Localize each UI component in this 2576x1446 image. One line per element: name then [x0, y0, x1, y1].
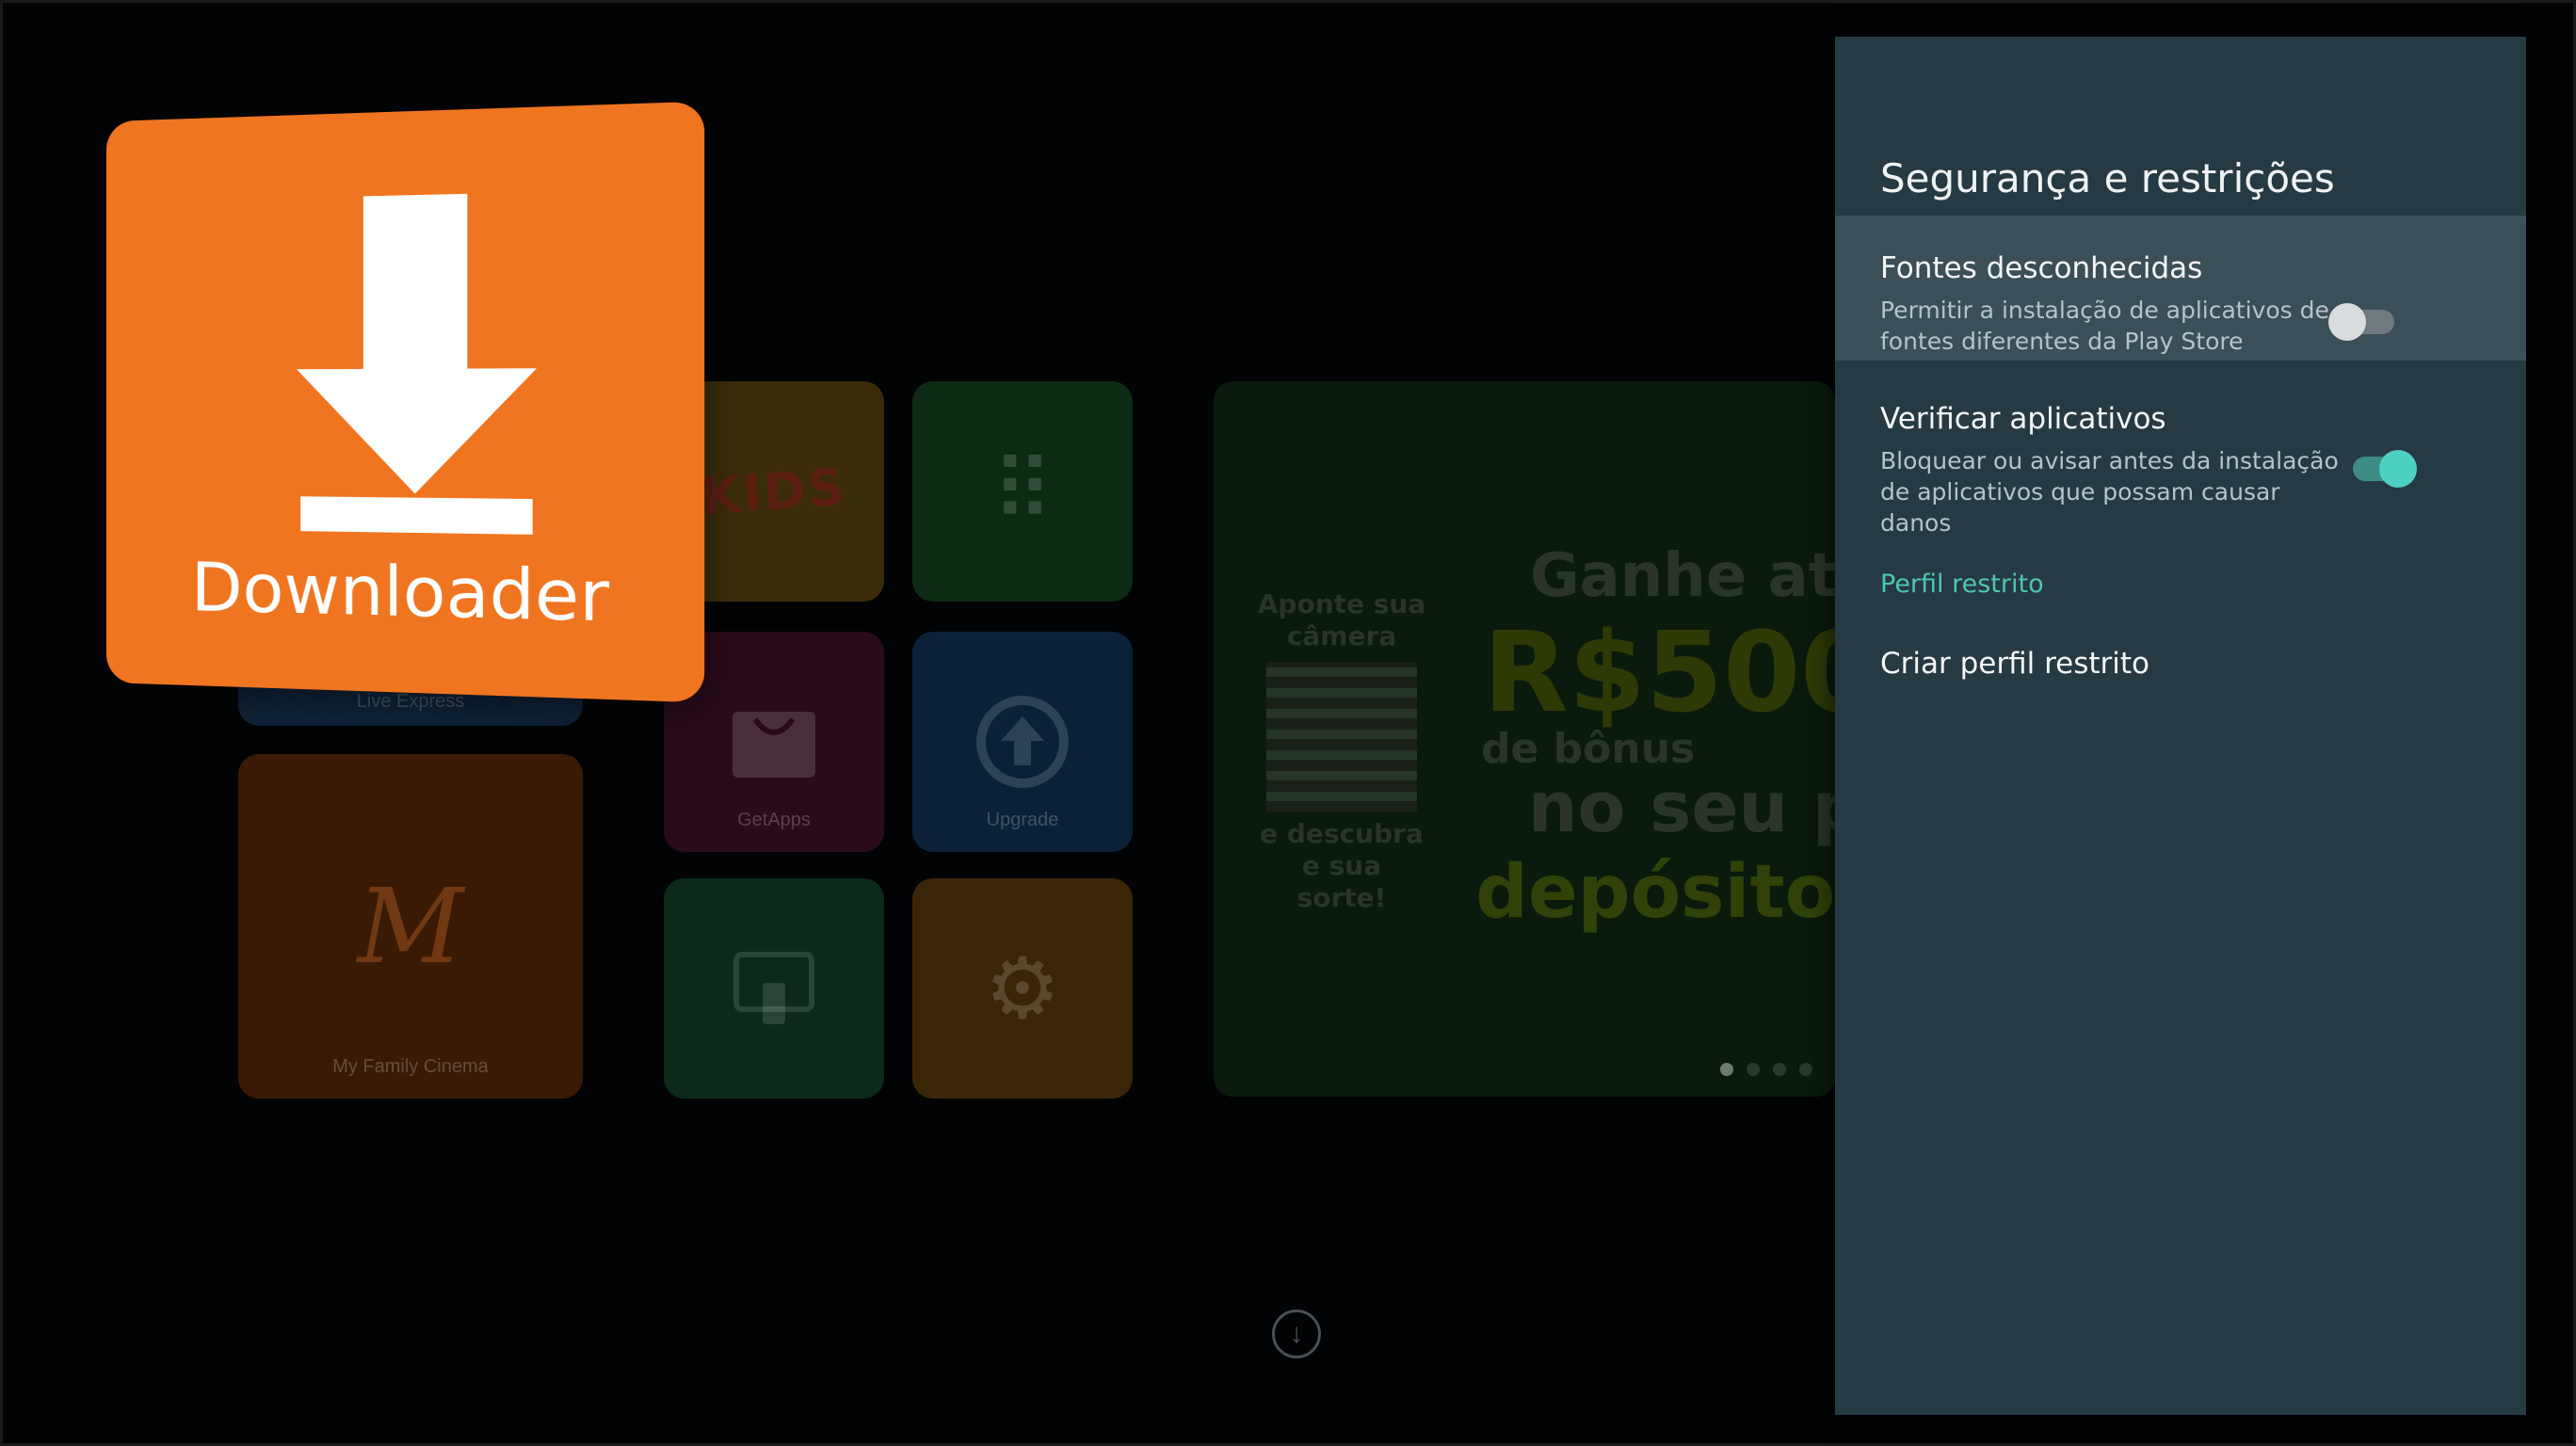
app-tile-settings[interactable]: ⚙	[912, 878, 1133, 1099]
setting-title: Verificar aplicativos	[1880, 402, 2166, 436]
banner-deposit: depósito!	[1475, 850, 1835, 935]
unknown-sources-toggle[interactable]	[2328, 303, 2394, 341]
downloader-label: Downloader	[190, 548, 610, 638]
carousel-dot	[1720, 1063, 1733, 1076]
app-tile-label: Upgrade	[986, 810, 1059, 830]
verify-apps-toggle[interactable]	[2353, 450, 2417, 488]
apps-grid-icon: ⠿	[991, 444, 1054, 539]
toggle-knob	[2379, 450, 2417, 488]
app-tile-label: GetApps	[737, 810, 811, 830]
banner-bonus: de bônus	[1481, 725, 1696, 773]
screen: Live Express KIDS ⠿ GetApps Upgrade ⚙ M …	[0, 0, 2576, 1446]
setting-verify-apps[interactable]: Verificar aplicativos Bloquear ou avisar…	[1835, 366, 2526, 537]
setting-title: Fontes desconhecidas	[1880, 251, 2203, 285]
banner-line: no seu p	[1528, 767, 1835, 848]
panel-title: Segurança e restrições	[1880, 155, 2335, 201]
gear-icon: ⚙	[984, 941, 1061, 1036]
shopping-bag-icon	[733, 712, 815, 778]
toggle-knob	[2328, 303, 2366, 341]
settings-panel: Segurança e restrições Fontes desconheci…	[1835, 37, 2526, 1415]
kids-logo: KIDS	[700, 457, 848, 526]
carousel-dot	[1799, 1063, 1812, 1076]
app-tile-my-apps[interactable]: ⠿	[912, 381, 1133, 602]
cast-icon	[733, 952, 814, 1024]
family-cinema-logo: M	[357, 866, 464, 987]
setting-unknown-sources[interactable]: Fontes desconhecidas Permitir a instalaç…	[1835, 216, 2526, 361]
promo-banner[interactable]: Aponte sua câmera e descubra e sua sorte…	[1214, 381, 1835, 1097]
app-tile-my-family-cinema[interactable]: M My Family Cinema	[238, 754, 583, 1099]
banner-qr-caption: Aponte sua câmera	[1257, 588, 1426, 651]
qr-code	[1266, 662, 1417, 812]
section-header-restricted-profile: Perfil restrito	[1880, 570, 2044, 599]
app-tile-downloader[interactable]: Downloader	[106, 101, 705, 703]
setting-subtitle: Permitir a instalação de aplicativos de …	[1880, 297, 2329, 355]
banner-amount: R$500	[1483, 607, 1835, 737]
create-restricted-profile[interactable]: Criar perfil restrito	[1835, 626, 2526, 711]
setting-subtitle: Bloquear ou avisar antes da instalação d…	[1880, 447, 2339, 537]
upgrade-icon	[976, 696, 1069, 788]
carousel-dot	[1773, 1063, 1786, 1076]
create-restricted-profile-label: Criar perfil restrito	[1880, 647, 2150, 681]
download-arrow-icon	[297, 193, 538, 535]
carousel-dots	[1720, 1063, 1812, 1076]
app-tile-cast[interactable]	[664, 878, 884, 1099]
banner-headline: Ganhe at	[1530, 541, 1835, 611]
scroll-down-icon[interactable]: ↓	[1272, 1309, 1321, 1358]
banner-qr-caption-bottom: e descubra e sua sorte!	[1260, 818, 1424, 913]
app-tile-upgrade[interactable]: Upgrade	[912, 632, 1133, 852]
app-tile-label: My Family Cinema	[332, 1056, 489, 1077]
carousel-dot	[1747, 1063, 1760, 1076]
